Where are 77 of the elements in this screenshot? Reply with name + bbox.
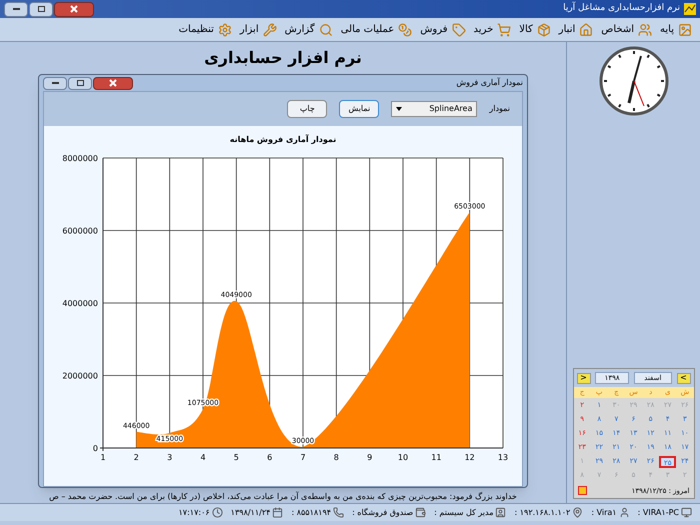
maximize-button[interactable] [29, 2, 53, 16]
x-tick-label: 3 [167, 453, 172, 462]
app-icon [684, 3, 696, 15]
close-button[interactable] [93, 76, 133, 90]
x-tick-label: 10 [398, 453, 408, 462]
app-heading: نرم افزار حسابداری [204, 47, 362, 69]
x-tick-label: 12 [464, 453, 475, 462]
x-tick-label: 8 [334, 453, 339, 462]
y-tick-label: 4000000 [62, 299, 98, 308]
status-text: صندوق فروشگاه : [352, 506, 414, 518]
computer-icon [681, 507, 692, 518]
phone-icon [333, 507, 344, 518]
menu-item[interactable]: عملیات مالی [340, 22, 412, 37]
status-text: ۱۷:۱۷:۰۶ [178, 506, 210, 518]
coins-icon [398, 22, 412, 36]
y-tick-label: 2000000 [62, 372, 98, 380]
print-button[interactable]: چاپ [287, 100, 328, 118]
menu-item[interactable]: تنظیمات [178, 22, 232, 37]
y-tick-label: 0 [92, 444, 98, 453]
x-tick-label: 9 [367, 453, 372, 462]
user-icon [618, 507, 630, 518]
x-tick-label: 4 [200, 453, 206, 462]
wallet-icon [415, 507, 426, 518]
settings-icon [218, 22, 232, 36]
clock-icon [212, 507, 223, 518]
calendar-icon [272, 507, 284, 518]
pin-icon [572, 507, 584, 518]
today-icon [578, 486, 586, 496]
menu-item[interactable]: پایه [660, 22, 692, 37]
menu-item[interactable]: گزارش [284, 22, 333, 37]
x-tick-label: 6 [267, 453, 272, 462]
y-tick-label: 8000000 [62, 154, 98, 163]
window-title: نرم افزارحسابداری مشاغل آریا [563, 2, 680, 16]
menu-item[interactable]: خرید [474, 22, 512, 37]
chart-title: نمودار آماری فروش ماهانه [230, 134, 336, 146]
x-tick-label: 2 [134, 453, 139, 462]
show-button[interactable]: نمایش [339, 100, 380, 118]
maximize-button[interactable] [68, 76, 92, 90]
next-month-button[interactable]: > [676, 372, 690, 384]
close-icon [109, 79, 117, 87]
x-tick-label: 1 [100, 453, 106, 462]
minimize-button[interactable] [4, 2, 28, 16]
menu-item[interactable]: کالا [519, 22, 551, 37]
status-text: ۸۵۵۱۸۱۹۴ : [291, 506, 332, 518]
y-tick-label: 6000000 [62, 226, 98, 236]
minimize-button[interactable] [43, 76, 67, 90]
menu-item[interactable]: اشخاص [601, 22, 652, 37]
status-text: ۱۳۹۸/۱۱/۲۴ [230, 506, 270, 518]
close-button[interactable] [54, 2, 94, 16]
status-text: VIRA۱-PC : [638, 506, 679, 518]
x-tick-label: 11 [431, 453, 442, 462]
x-tick-label: 7 [300, 453, 306, 462]
prev-month-button[interactable]: < [576, 372, 591, 384]
dropdown-arrow-icon [396, 107, 402, 111]
wrench-icon [262, 22, 277, 36]
users-icon [638, 22, 652, 36]
user-card-icon [495, 507, 506, 518]
image-icon [678, 22, 692, 36]
status-text: مدیر کل سیستم : [434, 506, 494, 518]
clock-drawing [598, 46, 668, 116]
cart-icon [497, 22, 512, 36]
search-icon [318, 22, 333, 36]
x-tick-label: 13 [498, 453, 508, 462]
house-icon [579, 22, 594, 36]
x-tick-label: 5 [234, 453, 239, 462]
tag-icon [452, 22, 466, 36]
close-icon [70, 5, 78, 13]
package-icon [536, 22, 551, 36]
menu-item[interactable]: ابزار [240, 22, 277, 37]
status-text: Vira۱ : [591, 506, 617, 518]
menu-item[interactable]: فروش [420, 22, 466, 37]
chart-label: نمودار [489, 103, 510, 115]
menu-item[interactable]: انبار [558, 22, 594, 37]
quote-text: خداوند بزرگ فرمود: محبوب‌ترین چیزی که بنده‌ی من به واسطه‌ی آن مرا عبادت می‌کند، اخلاص (در کارها) برای من است. حضرت محمد – ص [49, 491, 517, 503]
chart-type-select[interactable]: SplineArea [391, 101, 478, 117]
window-title: نمودار آماری فروش [456, 77, 523, 89]
status-text: ۱۹۲.۱۶۸.۱.۱۰۲ : [514, 506, 570, 518]
